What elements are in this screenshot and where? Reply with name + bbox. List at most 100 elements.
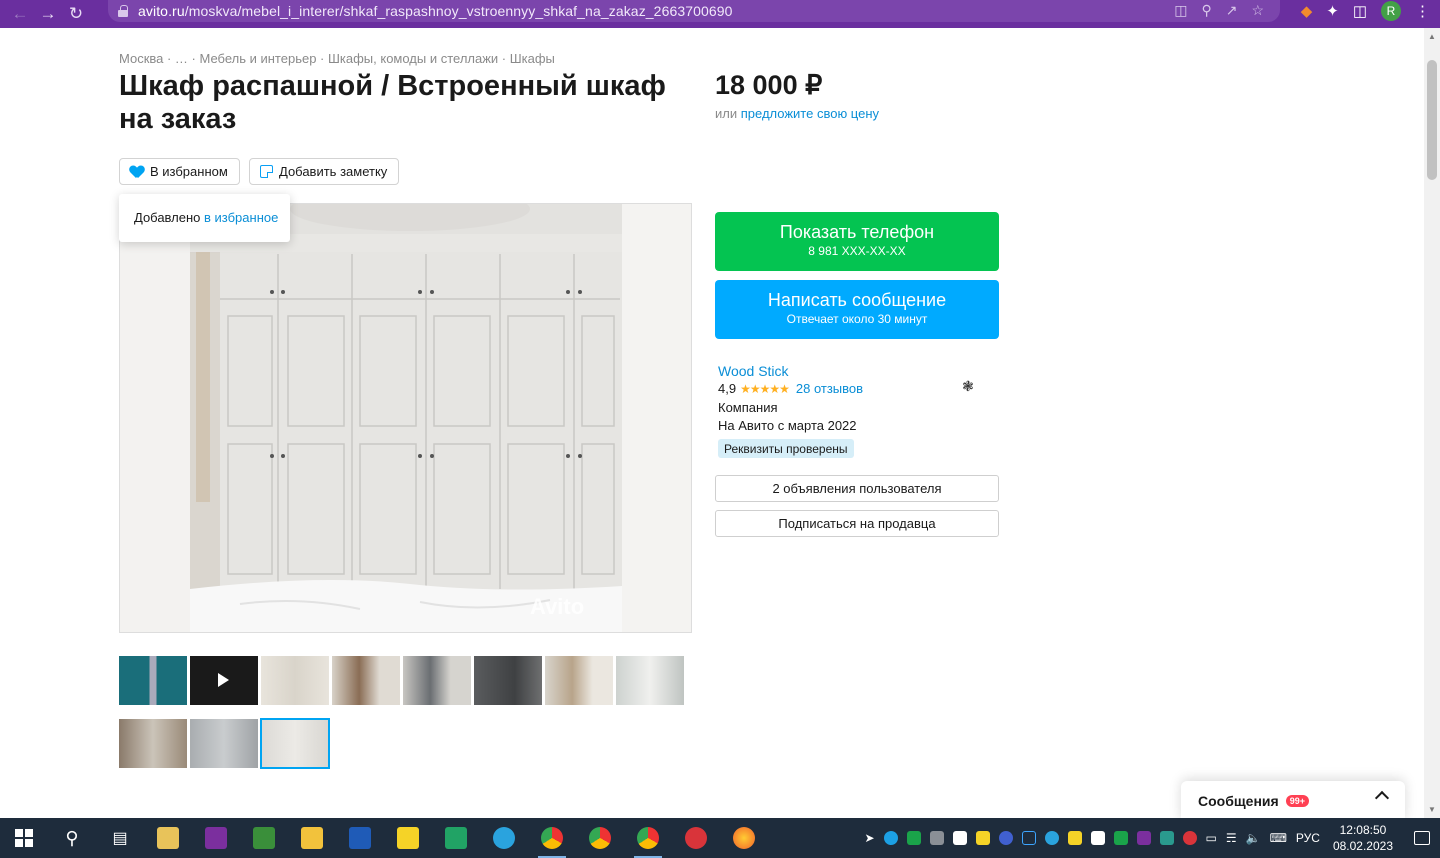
verified-badge: Реквизиты проверены xyxy=(718,439,854,458)
sheets-icon[interactable] xyxy=(432,818,480,858)
sidepanel-icon[interactable]: ◫ xyxy=(1353,2,1367,20)
browser-toolbar: ← → ↻ avito.ru/moskva/mebel_i_interer/sh… xyxy=(0,0,1440,28)
heart-icon xyxy=(130,166,144,178)
metamask-icon[interactable]: ◆ xyxy=(1301,2,1313,20)
rating-stars-icon: ★★★★★ xyxy=(740,381,790,396)
extensions-icon[interactable]: ✦ xyxy=(1326,2,1339,20)
task-view-icon[interactable]: ▤ xyxy=(96,818,144,858)
screenshot-icon[interactable] xyxy=(1021,831,1036,845)
search-icon[interactable]: ⚲ xyxy=(48,818,96,858)
word-icon[interactable] xyxy=(336,818,384,858)
page-content: Москва · … · Мебель и интерьер · Шкафы, … xyxy=(0,28,1424,818)
sticky-notes-icon[interactable] xyxy=(384,818,432,858)
thumbnail[interactable] xyxy=(119,719,187,768)
volume-icon[interactable]: 🔈 xyxy=(1246,831,1261,845)
scroll-thumb[interactable] xyxy=(1427,60,1437,180)
translate-icon[interactable]: ◫ xyxy=(1174,2,1187,19)
thumbnail[interactable] xyxy=(545,656,613,705)
app-8-icon[interactable] xyxy=(672,818,720,858)
telegram-tray-icon[interactable] xyxy=(1044,831,1059,845)
thumbnail[interactable] xyxy=(616,656,684,705)
chevron-up-icon[interactable] xyxy=(1374,790,1390,806)
wifi-icon[interactable]: ☴ xyxy=(1226,831,1237,845)
url-host: avito.ru xyxy=(138,3,185,19)
video-thumbnail[interactable] xyxy=(190,656,258,705)
onenote-icon[interactable] xyxy=(192,818,240,858)
write-message-button[interactable]: Написать сообщение Отвечает около 30 мин… xyxy=(715,280,999,339)
tray-app-icon[interactable] xyxy=(1182,831,1197,845)
keyboard-icon[interactable]: ⌨ xyxy=(1270,831,1287,845)
file-icon[interactable] xyxy=(952,831,967,845)
favorite-label: В избранном xyxy=(150,164,228,179)
subscribe-seller-button[interactable]: Подписаться на продавца xyxy=(715,510,999,537)
forward-icon[interactable]: → xyxy=(34,0,62,28)
seller-type: Компания xyxy=(718,400,778,415)
seller-ads-button[interactable]: 2 объявления пользователя xyxy=(715,475,999,502)
note-icon xyxy=(260,165,273,178)
chrome-profile-icon[interactable] xyxy=(576,818,624,858)
start-button[interactable] xyxy=(0,818,48,858)
thumbnail[interactable] xyxy=(261,656,329,705)
write-message-label: Написать сообщение xyxy=(767,290,947,310)
battery-icon[interactable]: ▭ xyxy=(1206,831,1217,845)
thumbnail-selected[interactable] xyxy=(260,718,330,769)
seller-name-link[interactable]: Wood Stick xyxy=(718,363,789,379)
windows-taskbar: ⚲ ▤ ➤ ▭ ☴ 🔈 ⌨ РУС 12:08:50 08.02.2023 xyxy=(0,818,1440,858)
send-icon[interactable]: ➤ xyxy=(864,831,874,845)
breadcrumb[interactable]: Москва · … · Мебель и интерьер · Шкафы, … xyxy=(119,51,555,66)
favorites-link[interactable]: в избранное xyxy=(204,210,278,225)
seller-logo[interactable]: ❃ xyxy=(940,371,996,401)
chrome-profile-2-icon[interactable] xyxy=(624,818,672,858)
tray-app-icon[interactable] xyxy=(1113,831,1128,845)
favorite-tooltip: Добавлено в избранное xyxy=(119,194,290,242)
chrome-icon[interactable] xyxy=(528,818,576,858)
share-icon[interactable]: ↗ xyxy=(1226,2,1238,19)
url-path: /moskva/mebel_i_interer/shkaf_raspashnoy… xyxy=(184,3,733,19)
language-indicator[interactable]: РУС xyxy=(1296,831,1320,845)
bookmark-star-icon[interactable]: ☆ xyxy=(1251,2,1264,19)
main-photo[interactable]: Avito xyxy=(119,203,692,633)
seller-rating: 4,9 ★★★★★ 28 отзывов xyxy=(718,381,863,396)
address-bar[interactable]: avito.ru/moskva/mebel_i_interer/shkaf_ra… xyxy=(108,0,1280,22)
add-note-button[interactable]: Добавить заметку xyxy=(249,158,399,185)
thumbnail[interactable] xyxy=(190,719,258,768)
chart-app-icon[interactable] xyxy=(240,818,288,858)
tray-app-icon[interactable] xyxy=(929,831,944,845)
tray-app-icon[interactable] xyxy=(1090,831,1105,845)
onenote-tray-icon[interactable] xyxy=(1136,831,1151,845)
page-scrollbar[interactable]: ▲ ▼ xyxy=(1424,28,1440,818)
scroll-down-icon[interactable]: ▼ xyxy=(1428,805,1436,814)
tray-app-icon[interactable] xyxy=(998,831,1013,845)
profile-avatar[interactable]: R xyxy=(1381,1,1401,21)
notifications-icon[interactable] xyxy=(1414,831,1430,845)
fx-icon[interactable] xyxy=(1159,831,1174,845)
messages-widget[interactable]: Сообщения 99+ xyxy=(1181,781,1405,818)
file-manager-icon[interactable] xyxy=(144,818,192,858)
offer-price-link[interactable]: предложите свою цену xyxy=(741,106,879,121)
firefox-icon[interactable] xyxy=(720,818,768,858)
thumbnail[interactable] xyxy=(474,656,542,705)
tray-app-icon[interactable] xyxy=(883,831,898,845)
favorite-button[interactable]: В избранном xyxy=(119,158,240,185)
show-phone-button[interactable]: Показать телефон 8 981 XXX-XX-XX xyxy=(715,212,999,271)
thumbnail[interactable] xyxy=(119,656,187,705)
reviews-link[interactable]: 28 отзывов xyxy=(796,381,863,396)
offer-price: или предложите свою цену xyxy=(715,106,879,121)
telegram-icon[interactable] xyxy=(480,818,528,858)
rating-value: 4,9 xyxy=(718,381,737,396)
shield-icon[interactable] xyxy=(906,831,921,845)
back-icon[interactable]: ← xyxy=(6,0,34,28)
reload-icon[interactable]: ↻ xyxy=(62,0,90,28)
thumbnail[interactable] xyxy=(332,656,400,705)
tray-app-icon[interactable] xyxy=(1067,831,1082,845)
thumbnail[interactable] xyxy=(403,656,471,705)
listing-price: 18 000 ₽ xyxy=(715,70,823,100)
menu-icon[interactable]: ⋮ xyxy=(1415,2,1430,20)
offer-prefix: или xyxy=(715,106,738,121)
avito-watermark: Avito xyxy=(530,594,585,619)
zoom-icon[interactable]: ⚲ xyxy=(1201,2,1211,19)
scroll-up-icon[interactable]: ▲ xyxy=(1428,32,1436,41)
folder-icon[interactable] xyxy=(288,818,336,858)
clock[interactable]: 12:08:50 08.02.2023 xyxy=(1333,822,1393,854)
notes-icon[interactable] xyxy=(975,831,990,845)
